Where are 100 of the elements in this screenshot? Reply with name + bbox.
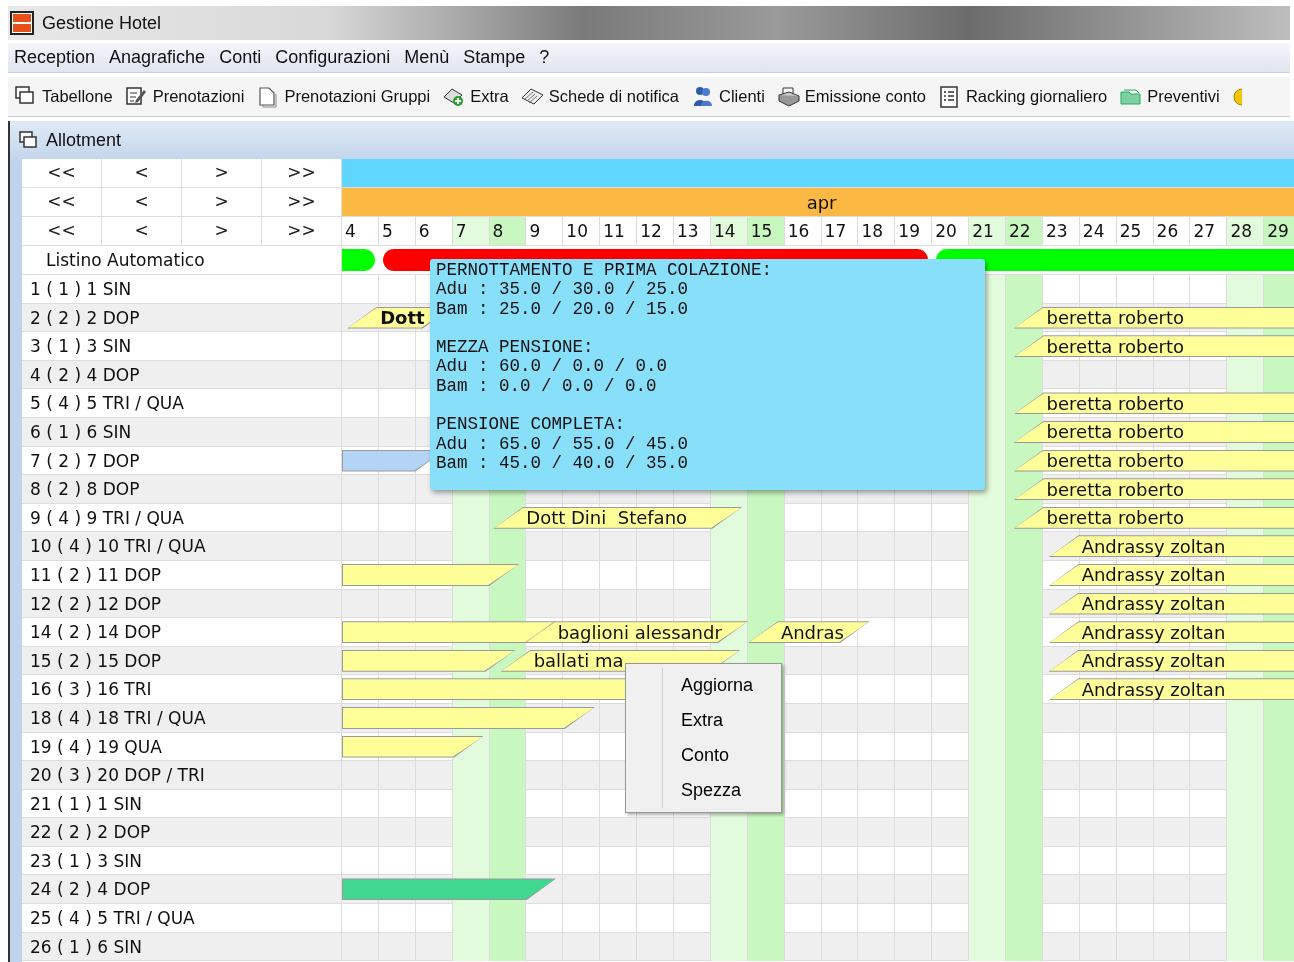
- menu-item[interactable]: Conti: [219, 44, 262, 71]
- day-header: 12: [637, 217, 674, 246]
- toolbar-button[interactable]: Prenotazioni: [124, 84, 245, 109]
- nav-button[interactable]: <: [102, 188, 182, 217]
- toolbar-button[interactable]: Racking giornaliero: [937, 84, 1108, 109]
- booking-bar[interactable]: beretta roberto: [1013, 335, 1294, 358]
- month-label: apr: [806, 190, 837, 215]
- day-header: 14: [710, 217, 748, 246]
- toolbar-button[interactable]: Tabellone: [14, 84, 113, 109]
- room-label: 4 ( 2 ) 4 DOP: [22, 360, 342, 390]
- nav-button[interactable]: <<: [22, 188, 102, 217]
- nav-button[interactable]: >>: [262, 217, 342, 246]
- toolbar-button[interactable]: Preventivi: [1119, 84, 1220, 109]
- room-label: 24 ( 2 ) 4 DOP: [22, 875, 342, 905]
- day-header: 17: [821, 217, 859, 246]
- booking-bar[interactable]: Andrassy zoltan: [1048, 621, 1294, 644]
- room-label: 19 ( 4 ) 19 QUA: [22, 732, 342, 762]
- panel-title: Allotment: [46, 128, 122, 152]
- day-header: 20: [932, 217, 970, 246]
- day-header: 7: [452, 217, 490, 246]
- booking-bar[interactable]: Andrassy zoltan: [1048, 535, 1294, 558]
- day-header: 18: [858, 217, 896, 246]
- room-label: 20 ( 3 ) 20 DOP / TRI: [22, 761, 342, 790]
- room-label: 22 ( 2 ) 2 DOP: [22, 818, 342, 847]
- room-label: 1 ( 1 ) 1 SIN: [22, 275, 342, 304]
- day-header: 26: [1153, 217, 1191, 246]
- nav-button[interactable]: >>: [262, 188, 342, 217]
- toolbar-button[interactable]: Prenotazioni Gruppi: [256, 84, 431, 109]
- room-label: 5 ( 4 ) 5 TRI / QUA: [22, 389, 342, 418]
- day-header: 5: [378, 217, 416, 246]
- room-label: 23 ( 1 ) 3 SIN: [22, 846, 342, 876]
- window-title: Gestione Hotel: [42, 11, 162, 35]
- nav-button[interactable]: >>: [262, 159, 342, 188]
- room-label: 3 ( 1 ) 3 SIN: [22, 332, 342, 361]
- nav-button[interactable]: <: [102, 217, 182, 246]
- people-icon: [691, 84, 715, 109]
- menu-item[interactable]: Anagrafiche: [109, 44, 206, 71]
- tooltip-line: Bam : 45.0 / 40.0 / 35.0: [436, 453, 690, 474]
- day-header: 11: [600, 217, 638, 246]
- tooltip-heading: PENSIONE COMPLETA:: [436, 415, 627, 435]
- room-label: 15 ( 2 ) 15 DOP: [22, 646, 342, 676]
- day-header: 8: [489, 217, 527, 246]
- day-header: 28: [1227, 217, 1265, 246]
- room-label: 10 ( 4 ) 10 TRI / QUA: [22, 532, 342, 561]
- toolbar-button[interactable]: Extra: [442, 84, 509, 109]
- room-label: 6 ( 1 ) 6 SIN: [22, 417, 342, 447]
- day-header: 4: [342, 217, 379, 246]
- day-header: 29: [1264, 217, 1294, 246]
- app-icon: [10, 11, 34, 35]
- day-header: 27: [1190, 217, 1228, 246]
- day-header: 9: [526, 217, 564, 246]
- booking-bar[interactable]: beretta roberto: [1013, 392, 1294, 415]
- toolbar-button[interactable]: Clienti: [691, 84, 765, 109]
- tooltip-line: Adu : 60.0 / 0.0 / 0.0: [436, 357, 669, 377]
- tooltip-heading: PERNOTTAMENTO E PRIMA COLAZIONE:: [436, 261, 774, 281]
- day-header: 24: [1079, 217, 1117, 246]
- tooltip-heading: MEZZA PENSIONE:: [436, 338, 595, 358]
- tooltip-line: Bam : 0.0 / 0.0 / 0.0: [436, 376, 658, 397]
- nav-button[interactable]: >: [182, 188, 262, 217]
- day-header: 21: [969, 217, 1007, 246]
- day-header: 15: [747, 217, 785, 246]
- room-label: 26 ( 1 ) 6 SIN: [22, 932, 342, 962]
- room-label: 9 ( 4 ) 9 TRI / QUA: [22, 503, 342, 533]
- menu-item[interactable]: Spezza: [663, 773, 779, 808]
- booking-bar[interactable]: beretta roberto: [1013, 478, 1294, 501]
- room-label: 11 ( 2 ) 11 DOP: [22, 560, 342, 590]
- menu-item[interactable]: Stampe: [463, 44, 526, 71]
- room-label: 21 ( 1 ) 1 SIN: [22, 789, 342, 819]
- menu-item[interactable]: Configurazioni: [275, 44, 391, 71]
- room-label: 25 ( 4 ) 5 TRI / QUA: [22, 904, 342, 933]
- day-header: 10: [563, 217, 601, 246]
- nav-button[interactable]: <<: [22, 159, 102, 188]
- menu-item[interactable]: Conto: [663, 738, 779, 773]
- nav-button[interactable]: >: [182, 159, 262, 188]
- room-label: 18 ( 4 ) 18 TRI / QUA: [22, 703, 342, 733]
- toolbar-button[interactable]: Emissione conto: [776, 84, 926, 109]
- menu-item[interactable]: Reception: [14, 44, 96, 71]
- room-label: 12 ( 2 ) 12 DOP: [22, 589, 342, 619]
- day-header: 22: [1006, 217, 1043, 246]
- menu-item[interactable]: ?: [539, 44, 550, 71]
- day-header: 25: [1116, 217, 1154, 246]
- menu-item[interactable]: Menù: [404, 44, 450, 71]
- windows-icon: [18, 130, 38, 150]
- room-label: 2 ( 2 ) 2 DOP: [22, 303, 342, 333]
- room-label: 8 ( 2 ) 8 DOP: [22, 475, 342, 504]
- room-label: 16 ( 3 ) 16 TRI: [22, 675, 342, 704]
- day-header: 16: [784, 217, 822, 246]
- day-header: 6: [415, 217, 453, 246]
- printer-icon: [776, 84, 801, 109]
- nav-button[interactable]: <: [102, 159, 182, 188]
- booking-bar[interactable]: Andrassy zoltan: [1048, 678, 1294, 701]
- tooltip-line: Adu : 65.0 / 55.0 / 45.0: [436, 434, 690, 454]
- day-header: 13: [674, 217, 711, 246]
- menu-item[interactable]: Extra: [663, 703, 779, 738]
- nav-button[interactable]: <<: [22, 217, 102, 246]
- toolbar-button[interactable]: Schede di notifica: [520, 84, 679, 109]
- nav-button[interactable]: >: [182, 217, 262, 246]
- room-label: 14 ( 2 ) 14 DOP: [22, 618, 342, 647]
- day-header: 19: [895, 217, 933, 246]
- day-header: 23: [1042, 217, 1080, 246]
